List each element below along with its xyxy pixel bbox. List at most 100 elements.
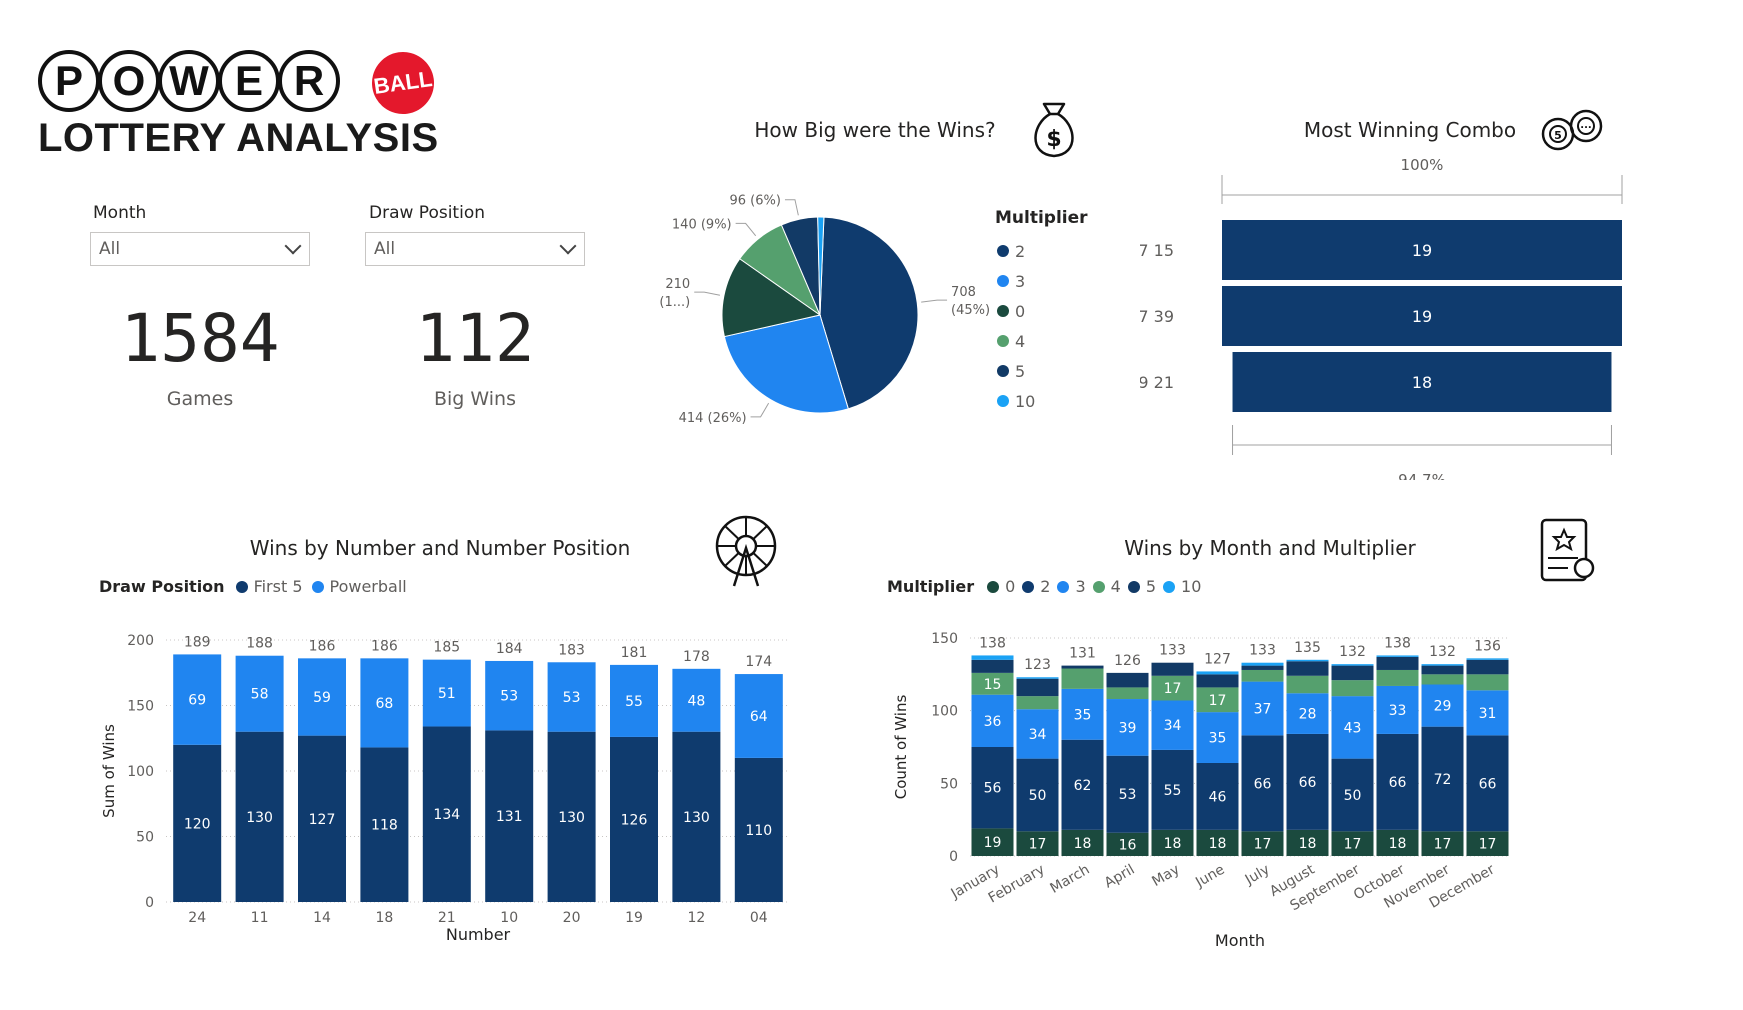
pie-leader-line [784,199,799,216]
bar-segment [1376,669,1419,686]
x-tick-label: May [1149,862,1182,890]
svg-text:5: 5 [1554,129,1562,142]
bar-data-label: 31 [1479,706,1497,722]
bar-data-label: 39 [1119,720,1137,736]
bar-data-label: 53 [563,690,581,706]
pie-leader-line [921,299,948,303]
logo-letter: W [158,50,220,112]
bar-data-label: 110 [745,823,772,839]
bar-data-label: 50 [1344,788,1362,804]
legend-dot [997,245,1009,257]
bar-total-label: 135 [1294,640,1321,656]
svg-text:...: ... [1580,120,1591,131]
x-tick-label: 24 [188,910,206,926]
bar-segment [1286,661,1329,676]
games-kpi-label: Games [166,388,234,410]
bar-segment [1331,664,1374,666]
combo-bar-value: 19 [1412,241,1432,260]
bar-segment [1421,665,1464,675]
y-tick-label: 100 [127,764,154,780]
bar-data-label: 53 [1119,787,1137,803]
bar-data-label: 68 [375,696,393,712]
legend-dot [1092,580,1105,593]
pie-data-label: (1...) [659,295,690,310]
bar-data-label: 17 [1479,837,1497,853]
bar-total-label: 185 [433,640,460,656]
draw-position-slicer-value: All [374,239,396,259]
draw-position-slicer-label: Draw Position [369,203,485,223]
legend-dot [235,580,248,593]
wins-by-number-chart: 0 50 100 150 200 Sum of Wins 120 69 189 24 130 58 18… [100,633,790,940]
logo-letter: O [98,50,160,112]
legend-label: 10 [1181,577,1202,596]
bar-data-label: 66 [1254,776,1272,792]
x-tick-label: 19 [625,910,643,926]
logo-letter: E [218,50,280,112]
draw-position-slicer-dropdown[interactable]: All [365,232,585,266]
number-legend-title: Draw Position [99,577,225,596]
bar-total-label: 138 [979,635,1006,651]
bar-total-label: 186 [371,638,398,654]
legend-label: 5 [1145,577,1157,596]
x-axis-label: Month [1215,931,1265,950]
bar-segment [1241,669,1284,682]
bar-segment [1016,677,1059,679]
x-tick-label: 14 [313,910,331,926]
multiplier-pie-chart: 708 (45%) 414 (26%) 210 (1...) 140 (9%) 96 (6%… [659,194,990,426]
bar-data-label: 34 [1164,718,1182,734]
chevron-down-icon [559,237,577,255]
pie-chart-title: How Big were the Wins? [754,118,996,142]
bar-data-label: 130 [683,810,710,826]
bar-segment [1016,696,1059,710]
bar-data-label: 55 [625,694,643,710]
bar-data-label: 17 [1029,837,1047,853]
lottery-wheel-icon [715,515,777,587]
powerball-logo: P O W E R BALL LOTTERY ANALYSIS [38,47,458,160]
y-tick-label: 0 [145,895,154,911]
bar-segment [1106,672,1149,688]
bar-total-label: 126 [1114,653,1141,669]
bar-data-label: 126 [621,812,648,828]
combo-category-label: 19 21 [1140,373,1174,392]
bar-data-label: 29 [1434,699,1452,715]
bar-data-label: 55 [1164,783,1182,799]
bar-data-label: 118 [371,818,398,834]
month-slicer-dropdown[interactable]: All [90,232,310,266]
bar-data-label: 134 [433,807,460,823]
bar-total-label: 132 [1339,644,1366,660]
legend-dot [997,365,1009,377]
pie-data-label: 96 (6%) [730,194,781,209]
x-tick-label: 12 [687,910,705,926]
legend-label: 0 [1005,577,1016,596]
bar-data-label: 36 [984,714,1002,730]
y-axis-label: Sum of Wins [100,724,118,818]
bar-segment [1331,665,1374,681]
bar-data-label: 130 [558,810,585,826]
legend-dot [311,580,324,593]
bar-segment [971,655,1014,660]
combo-bar-value: 19 [1412,307,1432,326]
y-tick-label: 150 [931,631,958,647]
bar-data-label: 48 [687,693,705,709]
big-wins-kpi-label: Big Wins [433,388,516,410]
bar-data-label: 59 [313,690,331,706]
pie-leader-line [735,222,757,237]
y-tick-label: 50 [940,776,958,792]
x-tick-label: 20 [563,910,581,926]
bar-segment [1241,662,1284,666]
logo-ball-badge: BALL [367,47,439,119]
bar-data-label: 35 [1074,707,1092,723]
bar-data-label: 51 [438,686,456,702]
month-slicer-value: All [99,239,121,259]
bar-segment [1196,671,1239,675]
bar-data-label: 17 [1434,837,1452,853]
bar-data-label: 131 [496,809,523,825]
lottery-balls-icon: 5 ... [1541,109,1603,151]
bar-data-label: 37 [1254,701,1272,717]
bar-data-label: 16 [1119,837,1137,853]
wins-by-month-chart: 050100150Count of Wins19563615138January… [892,631,1510,950]
combo-chart-title: Most Winning Combo [1303,118,1517,142]
bar-total-label: 181 [621,645,648,661]
legend-dot [997,275,1009,287]
bar-data-label: 66 [1479,776,1497,792]
